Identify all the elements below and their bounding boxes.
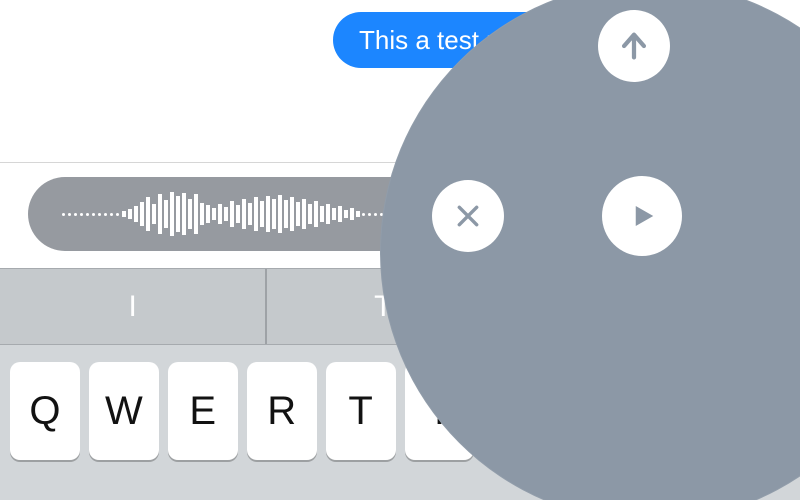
key-e[interactable]: E <box>168 362 238 460</box>
play-icon <box>627 201 657 231</box>
key-q[interactable]: Q <box>10 362 80 460</box>
cancel-button[interactable] <box>432 180 504 252</box>
suggestion-1[interactable]: I <box>0 269 265 344</box>
key-t[interactable]: T <box>326 362 396 460</box>
suggestion-1-label: I <box>128 290 136 324</box>
key-r[interactable]: R <box>247 362 317 460</box>
play-button[interactable] <box>602 176 682 256</box>
arrow-up-icon <box>617 29 651 63</box>
key-w[interactable]: W <box>89 362 159 460</box>
close-icon <box>455 203 481 229</box>
send-button[interactable] <box>598 10 670 82</box>
